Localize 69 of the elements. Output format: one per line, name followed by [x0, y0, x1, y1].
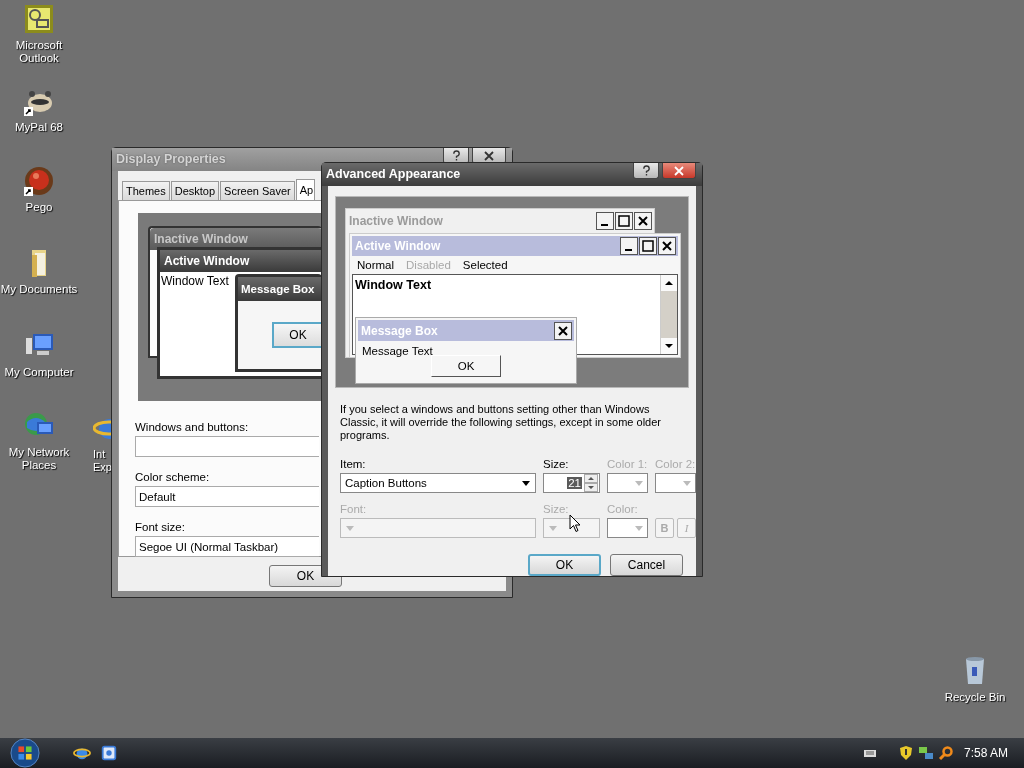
icon-label[interactable]: My Computer: [4, 366, 74, 379]
minimize-icon: [596, 212, 614, 230]
field-label: Font:: [340, 503, 367, 515]
dialog-button[interactable]: OK: [528, 554, 601, 576]
icon-label[interactable]: Recycle Bin: [944, 691, 1006, 704]
icon-label[interactable]: Int Exp: [93, 448, 112, 474]
field-label: Color scheme:: [135, 471, 210, 483]
message-text: Message Text: [361, 344, 434, 357]
preview-title: Active Window: [355, 239, 441, 253]
preview-title: Inactive Window: [154, 232, 248, 246]
caret-icon: [634, 478, 644, 488]
field-label: Size:: [543, 503, 569, 515]
caret-icon: [548, 523, 558, 533]
dropdown[interactable]: Caption Buttons: [340, 473, 536, 493]
ball-icon[interactable]: [23, 165, 55, 197]
dialog-button[interactable]: Cancel: [610, 554, 683, 576]
caret-icon: [634, 523, 644, 533]
search-icon[interactable]: [937, 745, 954, 761]
maximize-icon: [615, 212, 633, 230]
preview-title: Inactive Window: [349, 214, 443, 228]
tab[interactable]: Screen Saver: [220, 181, 295, 200]
help-icon: [641, 165, 651, 176]
caret-icon: [345, 523, 355, 533]
tab[interactable]: Ap: [295, 179, 316, 200]
window-text: Window Text: [160, 273, 229, 288]
icon-label[interactable]: Pego: [25, 201, 53, 214]
dropdown[interactable]: Segoe UI (Normal Taskbar): [135, 536, 319, 557]
clock[interactable]: 7:58 AM: [963, 746, 1008, 760]
help-icon: [451, 150, 461, 161]
shield-icon[interactable]: [897, 745, 914, 761]
close-icon: [674, 165, 684, 176]
close-icon: [484, 150, 494, 161]
close-button[interactable]: [662, 163, 696, 179]
preview-title: Active Window: [164, 254, 250, 268]
spin-field[interactable]: 21: [543, 473, 600, 493]
caret-icon: [682, 478, 692, 488]
tab[interactable]: Desktop: [170, 181, 220, 200]
icon-label[interactable]: MyPal 68: [15, 121, 63, 134]
start-button[interactable]: [10, 738, 40, 768]
close-icon: [658, 237, 676, 255]
field-label: Size:: [543, 458, 569, 470]
preview-title: Message Box: [241, 283, 315, 295]
tab[interactable]: Themes: [122, 181, 170, 200]
icon-label[interactable]: My Documents: [0, 283, 78, 296]
help-button[interactable]: [633, 163, 659, 179]
window-icon[interactable]: [100, 744, 118, 762]
window-title: Display Properties: [116, 152, 226, 166]
preview-title: Message Box: [361, 323, 438, 338]
icon-label[interactable]: Microsoft Outlook: [0, 39, 78, 65]
field-label: Color 2:: [655, 458, 696, 470]
spin-arrows-icon: [584, 474, 598, 492]
icon-label[interactable]: My Network Places: [0, 446, 78, 472]
field-label: Color 1:: [607, 458, 648, 470]
minimize-icon: [620, 237, 638, 255]
window-title: Advanced Appearance: [326, 167, 461, 181]
menu-item: Disabled: [406, 259, 451, 271]
close-icon: [554, 321, 572, 340]
caret-icon: [521, 478, 531, 488]
field-label: Windows and buttons:: [135, 421, 249, 433]
calendar-icon[interactable]: [23, 3, 55, 35]
field-label: Item:: [340, 458, 366, 470]
close-icon: [634, 212, 652, 230]
maximize-icon: [639, 237, 657, 255]
network-icon[interactable]: [917, 745, 934, 761]
field-label: Font size:: [135, 521, 185, 533]
field-label: Color:: [607, 503, 638, 515]
dropdown[interactable]: Default: [135, 486, 319, 507]
window-text: Window Text: [354, 277, 433, 294]
info-text: If you select a windows and buttons setting other than Windows Classic, it will override the following settings, except in some older programs.: [340, 403, 662, 442]
